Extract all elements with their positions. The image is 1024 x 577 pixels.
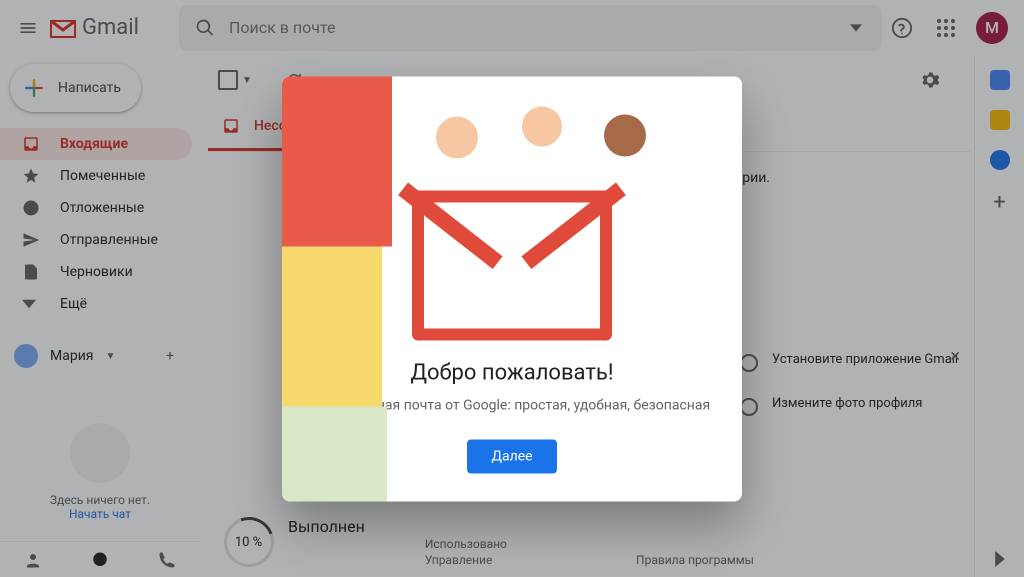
welcome-dialog: Добро пожаловать! Электронная почта от G… (282, 76, 742, 501)
gmail-logo-large (412, 190, 612, 340)
welcome-illustration (282, 76, 742, 346)
next-button[interactable]: Далее (467, 439, 556, 473)
